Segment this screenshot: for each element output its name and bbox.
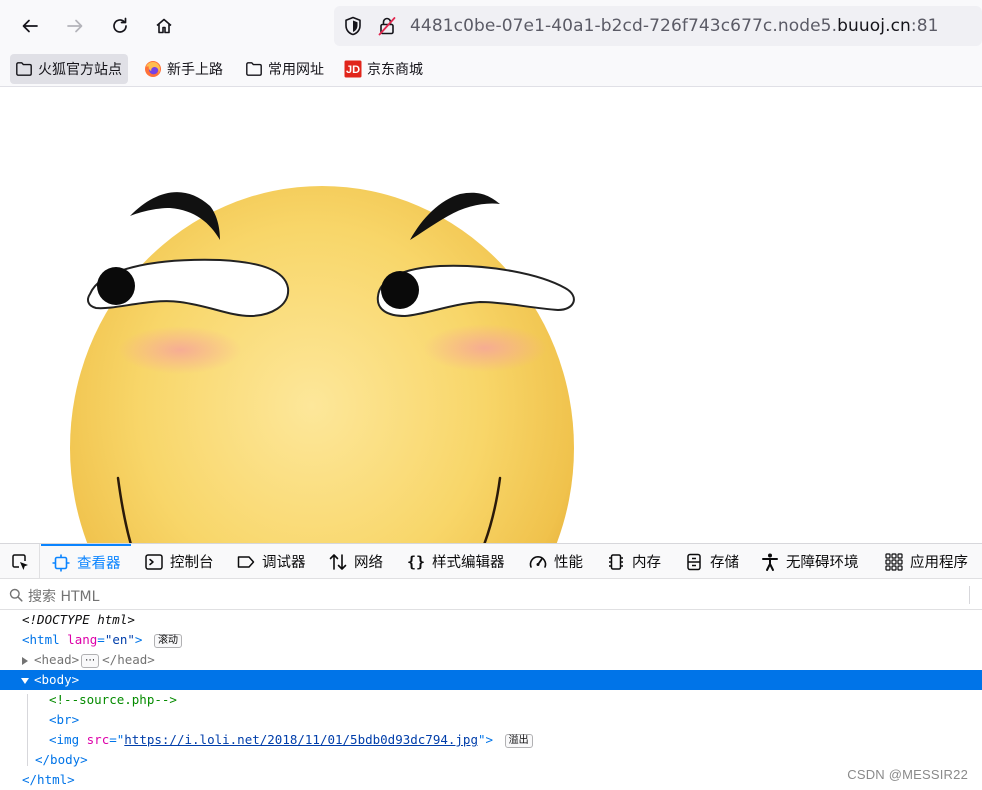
scroll-badge[interactable]: 滚动 <box>153 633 182 648</box>
jd-icon: JD <box>344 60 362 78</box>
url-host-prefix: 4481c0be-07e1-40a1-b2cd-726f743c677c.nod… <box>410 16 838 36</box>
bookmark-firefox-official[interactable]: 火狐官方站点 <box>10 54 128 84</box>
collapse-arrow-icon[interactable] <box>21 677 29 684</box>
watermark-text: CSDN @MESSIR22 <box>847 767 968 782</box>
element-picker-button[interactable] <box>0 544 40 579</box>
page-viewport <box>0 88 982 543</box>
tree-node-html-close[interactable]: </html> <box>0 770 982 790</box>
svg-text:JD: JD <box>346 64 360 76</box>
collapsed-content-badge[interactable]: ⋯ <box>81 653 100 668</box>
performance-icon <box>528 552 548 572</box>
tab-label: 网络 <box>354 555 383 571</box>
back-arrow-icon <box>22 19 38 33</box>
tab-performance[interactable]: 性能 <box>528 544 583 579</box>
folder-icon <box>15 60 33 78</box>
tree-node-img[interactable]: <img src="https://i.loli.net/2018/11/01/… <box>0 730 982 750</box>
insecure-lock-icon[interactable] <box>376 15 398 37</box>
url-text[interactable]: 4481c0be-07e1-40a1-b2cd-726f743c677c.nod… <box>410 15 939 37</box>
tab-inspector[interactable]: 查看器 <box>41 544 131 579</box>
smirking-emoji-image <box>70 186 575 543</box>
tab-label: 内存 <box>632 555 661 571</box>
bookmark-label: 常用网址 <box>268 62 324 78</box>
bookmark-jd-mall[interactable]: JD 京东商城 <box>339 54 429 84</box>
search-divider <box>969 586 970 604</box>
tab-network[interactable]: 网络 <box>328 544 383 579</box>
accessibility-icon <box>760 552 780 572</box>
tree-node-body-selected[interactable]: <body> <box>0 670 982 690</box>
home-icon <box>156 18 172 34</box>
tab-label: 应用程序 <box>910 555 968 571</box>
tab-storage[interactable]: 存储 <box>684 544 739 579</box>
network-icon <box>328 552 348 572</box>
url-host-domain: buuoj.cn <box>837 16 911 36</box>
devtools-tab-bar: 查看器 控制台 调试器 网络 {} 样式编辑器 性能 内存 存储 无障碍环境 应… <box>0 544 982 579</box>
tab-label: 样式编辑器 <box>432 555 505 571</box>
tree-node-comment[interactable]: <!--source.php--> <box>0 690 982 710</box>
address-bar[interactable]: 4481c0be-07e1-40a1-b2cd-726f743c677c.nod… <box>334 6 982 46</box>
expand-arrow-icon[interactable] <box>22 656 28 665</box>
application-icon <box>884 552 904 572</box>
tree-node-head[interactable]: <head> ⋯ </head> <box>0 650 982 670</box>
tab-label: 存储 <box>710 555 739 571</box>
folder-icon <box>245 60 263 78</box>
tab-console[interactable]: 控制台 <box>144 544 214 579</box>
tab-label: 查看器 <box>77 556 121 572</box>
bookmark-getting-started[interactable]: 新手上路 <box>139 54 229 84</box>
forward-arrow-icon <box>67 19 83 33</box>
search-icon <box>9 588 23 602</box>
style-editor-icon: {} <box>406 552 426 572</box>
tree-node-body-close[interactable]: </body> <box>0 750 982 770</box>
forward-button[interactable] <box>59 10 91 42</box>
bookmark-label: 新手上路 <box>167 62 223 78</box>
img-src-link[interactable]: https://i.loli.net/2018/11/01/5bdb0d93dc… <box>124 732 478 747</box>
tracking-protection-shield-icon[interactable] <box>342 15 364 37</box>
tree-node-html[interactable]: <html lang="en"> 滚动 <box>0 630 982 650</box>
tab-application[interactable]: 应用程序 <box>884 544 968 579</box>
bookmarks-toolbar: 火狐官方站点 新手上路 常用网址 JD 京东商城 <box>0 52 982 87</box>
tab-label: 性能 <box>554 555 583 571</box>
url-port: :81 <box>910 16 939 36</box>
storage-icon <box>684 552 704 572</box>
tree-node-br[interactable]: <br> <box>0 710 982 730</box>
bookmark-label: 火狐官方站点 <box>38 62 122 78</box>
element-picker-icon <box>11 553 28 570</box>
bookmark-common-sites[interactable]: 常用网址 <box>240 54 330 84</box>
tab-style-editor[interactable]: {} 样式编辑器 <box>406 544 505 579</box>
markup-tree: <!DOCTYPE html> <html lang="en"> 滚动 <hea… <box>0 610 982 790</box>
firefox-icon <box>144 60 162 78</box>
search-html-input[interactable]: 搜索 HTML <box>28 586 99 606</box>
overflow-badge[interactable]: 溢出 <box>504 733 533 748</box>
home-button[interactable] <box>148 10 180 42</box>
tab-label: 调试器 <box>262 555 306 571</box>
back-button[interactable] <box>14 10 46 42</box>
tab-accessibility[interactable]: 无障碍环境 <box>760 544 859 579</box>
navigation-toolbar: 4481c0be-07e1-40a1-b2cd-726f743c677c.nod… <box>0 0 982 52</box>
tab-debugger[interactable]: 调试器 <box>236 544 306 579</box>
tab-label: 无障碍环境 <box>786 555 859 571</box>
reload-button[interactable] <box>104 10 136 42</box>
svg-text:{}: {} <box>407 553 425 571</box>
memory-icon <box>606 552 626 572</box>
console-icon <box>144 552 164 572</box>
html-search-bar: 搜索 HTML <box>0 580 982 610</box>
debugger-icon <box>236 552 256 572</box>
reload-icon <box>113 17 127 33</box>
inspector-icon <box>51 553 71 573</box>
bookmark-label: 京东商城 <box>367 62 423 78</box>
tab-memory[interactable]: 内存 <box>606 544 661 579</box>
tree-node-doctype[interactable]: <!DOCTYPE html> <box>0 610 982 630</box>
tab-label: 控制台 <box>170 555 214 571</box>
